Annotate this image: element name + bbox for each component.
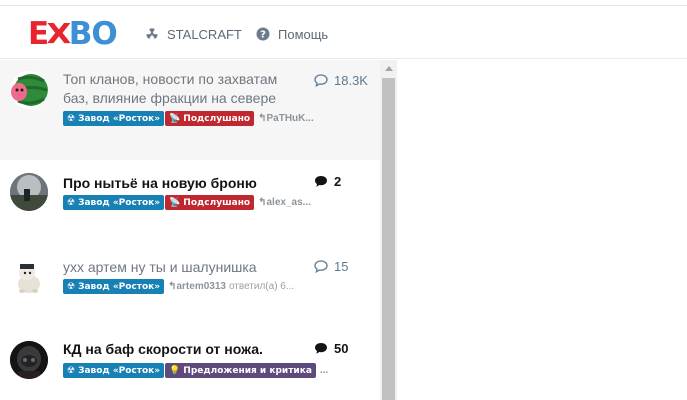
nav-help[interactable]: ? Помощь: [256, 24, 328, 44]
radiation-icon: ☢: [67, 197, 76, 208]
radiation-icon: ☢: [67, 281, 76, 292]
thread-title[interactable]: ухх артем ну ты и шалунишка: [63, 258, 257, 277]
last-reply[interactable]: ...: [320, 365, 328, 376]
tag-rostok[interactable]: ☢ Завод «Росток»: [63, 279, 165, 294]
last-reply[interactable]: ↰ alex_as...: [258, 197, 311, 208]
reply-count: 15: [314, 259, 348, 274]
tag-list: ☢ Завод «Росток» 📡 Подслушано ↰ alex_as...: [63, 195, 311, 210]
question-circle-icon: ?: [256, 27, 270, 41]
reply-arrow-icon: ↰: [258, 197, 267, 208]
avatar[interactable]: [10, 71, 48, 109]
antenna-icon: 📡: [169, 113, 181, 124]
scroll-up-arrow-icon[interactable]: [380, 60, 397, 77]
site-header: E X BO STALCRAFT ? Помощь: [0, 7, 687, 59]
nav-label: Помощь: [278, 26, 329, 42]
nav-stalcraft[interactable]: STALCRAFT: [145, 24, 242, 44]
thread-list: Топ кланов, новости по захватам баз, вли…: [0, 60, 380, 400]
tag-suggestions[interactable]: 💡 Предложения и критика: [165, 363, 316, 378]
radiation-icon: [145, 27, 159, 41]
avatar[interactable]: [10, 173, 48, 211]
thread-row[interactable]: ухх артем ну ты и шалунишка 15 ☢ Завод «Р…: [0, 243, 380, 326]
antenna-icon: 📡: [169, 197, 181, 208]
thread-row[interactable]: Про нытьё на новую броню 2 ☢ Завод «Росто…: [0, 160, 380, 243]
reply-arrow-icon: ↰: [258, 113, 267, 124]
thread-title[interactable]: КД на баф скорости от ножа.: [63, 340, 263, 359]
tag-overheard[interactable]: 📡 Подслушано: [165, 111, 255, 126]
top-strip: [0, 0, 687, 6]
comment-icon: [315, 176, 327, 187]
reply-count: 18.3K: [314, 73, 368, 88]
radiation-icon: ☢: [67, 365, 76, 376]
avatar[interactable]: [10, 341, 48, 379]
thread-row[interactable]: КД на баф скорости от ножа. 50 ☢ Завод «Р…: [0, 326, 380, 400]
radiation-icon: ☢: [67, 113, 76, 124]
exbo-logo[interactable]: E X BO: [28, 17, 118, 51]
avatar[interactable]: [10, 258, 48, 296]
svg-text:?: ?: [260, 30, 266, 41]
thread-title[interactable]: Топ кланов, новости по захватам баз, вли…: [63, 70, 277, 108]
reply-count: 50: [314, 341, 348, 356]
tag-list: ☢ Завод «Росток» 📡 Подслушано ↰ PaTHuK...: [63, 111, 314, 126]
tag-rostok[interactable]: ☢ Завод «Росток»: [63, 195, 165, 210]
reply-count: 2: [314, 174, 341, 189]
lightbulb-icon: 💡: [169, 365, 181, 376]
thread-title[interactable]: Про нытьё на новую броню: [63, 174, 257, 193]
tag-rostok[interactable]: ☢ Завод «Росток»: [63, 111, 165, 126]
thread-row[interactable]: Топ кланов, новости по захватам баз, вли…: [0, 60, 380, 160]
reply-arrow-icon: ↰: [168, 281, 177, 292]
forum-page: E X BO STALCRAFT ? Помощь Топ кланов, но…: [0, 0, 687, 400]
tag-list: ☢ Завод «Росток» 💡 Предложения и критика .…: [63, 363, 328, 378]
last-reply[interactable]: ↰ artem0313 ответил(а) 6...: [168, 281, 294, 292]
comment-outline-icon: [314, 260, 328, 273]
tag-rostok[interactable]: ☢ Завод «Росток»: [63, 363, 165, 378]
scroll-thumb[interactable]: [382, 78, 395, 400]
comment-outline-icon: [314, 74, 328, 87]
last-reply[interactable]: ↰ PaTHuK...: [258, 113, 314, 124]
comment-icon: [315, 343, 327, 354]
nav-label: STALCRAFT: [167, 26, 242, 42]
scrollbar[interactable]: [380, 60, 397, 400]
tag-overheard[interactable]: 📡 Подслушано: [165, 195, 255, 210]
tag-list: ☢ Завод «Росток» ↰ artem0313 ответил(а) 6..…: [63, 279, 294, 294]
